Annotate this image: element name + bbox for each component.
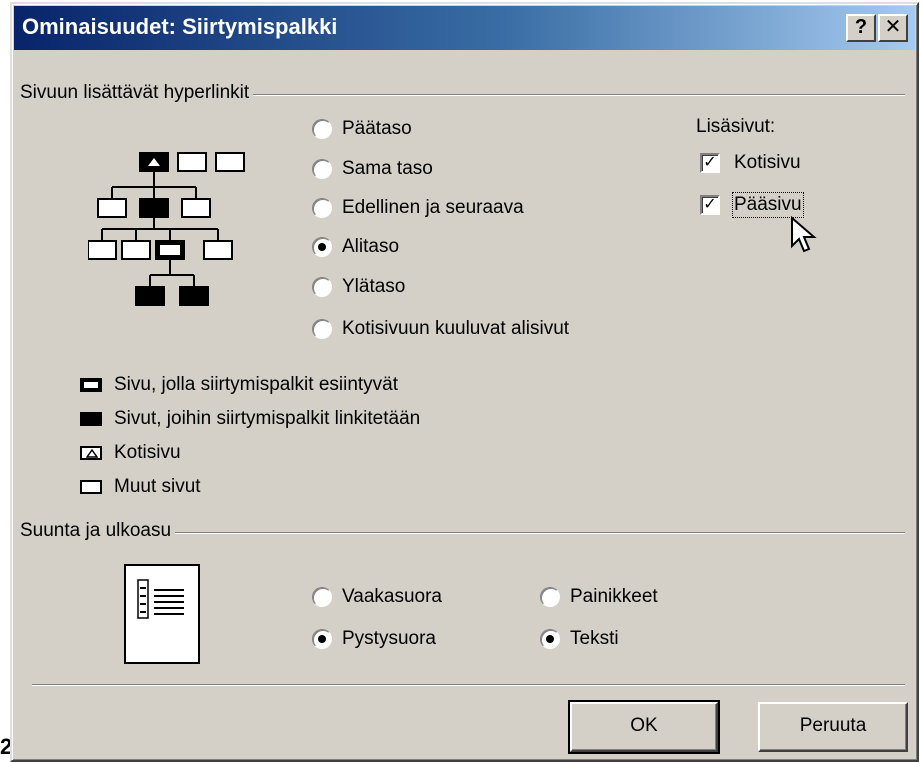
radio-label: Teksti — [570, 628, 619, 649]
radio-circle — [540, 587, 560, 607]
vertical-layout-preview — [124, 564, 200, 664]
site-hierarchy-diagram — [88, 152, 245, 306]
legend-other-pages: Muut sivut — [80, 476, 201, 498]
current-page-icon — [80, 378, 102, 392]
radio-parent-level[interactable]: Ylätaso — [312, 276, 405, 298]
radio-label: Vaakasuora — [342, 586, 442, 607]
window-title: Ominaisuudet: Siirtymispalkki — [22, 14, 338, 39]
radio-circle — [312, 198, 332, 218]
checkbox-label: Pääsivu — [732, 192, 804, 218]
legend-label: Muut sivut — [114, 476, 201, 497]
other-pages-icon — [80, 480, 102, 494]
radio-label: Päätaso — [342, 118, 412, 139]
ok-button[interactable]: OK — [568, 700, 720, 754]
radio-circle-selected — [540, 629, 560, 649]
links-group-label: Sivuun lisättävät hyperlinkit — [20, 82, 254, 104]
legend-current-page: Sivu, jolla siirtymispalkit esiintyvät — [80, 374, 398, 396]
radio-label: Alitaso — [342, 236, 400, 257]
legend-label: Sivut, joihin siirtymispalkit linkitetää… — [114, 408, 421, 429]
radio-previous-next[interactable]: Edellinen ja seuraava — [312, 197, 524, 219]
radio-child-level[interactable]: Alitaso — [312, 236, 399, 258]
radio-horizontal[interactable]: Vaakasuora — [312, 586, 442, 608]
check-mark-icon: ✓ — [700, 153, 720, 173]
radio-top-level[interactable]: Päätaso — [312, 118, 412, 140]
close-button[interactable]: ✕ — [878, 14, 908, 42]
radio-buttons[interactable]: Painikkeet — [540, 586, 658, 608]
title-bar[interactable]: Ominaisuudet: Siirtymispalkki ? ✕ — [14, 6, 915, 50]
radio-label: Sama taso — [342, 158, 433, 179]
radio-text[interactable]: Teksti — [540, 628, 619, 650]
buttons-divider — [32, 684, 905, 686]
cancel-button[interactable]: Peruuta — [758, 702, 908, 752]
radio-circle — [312, 587, 332, 607]
radio-circle-selected — [312, 629, 332, 649]
radio-label: Kotisivuun kuuluvat alisivut — [342, 318, 570, 339]
checkbox-label: Kotisivu — [734, 152, 801, 173]
linked-pages-icon — [80, 412, 102, 426]
radio-circle — [312, 319, 332, 339]
radio-circle-selected — [312, 237, 332, 257]
legend-home-page: Kotisivu — [80, 442, 181, 464]
properties-dialog: Ominaisuudet: Siirtymispalkki ? ✕ Sivuun… — [10, 2, 919, 762]
checkbox-parent-page[interactable]: ✓ Pääsivu — [700, 192, 804, 218]
help-button[interactable]: ? — [846, 14, 876, 42]
radio-label: Ylätaso — [342, 276, 406, 297]
legend-linked-pages: Sivut, joihin siirtymispalkit linkitetää… — [80, 408, 420, 430]
radio-same-level[interactable]: Sama taso — [312, 158, 433, 180]
radio-label: Pystysuora — [342, 628, 436, 649]
mouse-pointer-icon — [791, 216, 817, 253]
checkbox-home-page[interactable]: ✓ Kotisivu — [700, 152, 801, 174]
radio-label: Painikkeet — [570, 586, 658, 607]
radio-circle — [312, 159, 332, 179]
radio-circle — [312, 277, 332, 297]
extra-pages-label: Lisäsivut: — [696, 116, 776, 137]
radio-label: Edellinen ja seuraava — [342, 197, 524, 218]
check-mark-icon: ✓ — [700, 195, 720, 215]
radio-circle — [312, 119, 332, 139]
layout-group-label: Suunta ja ulkoasu — [20, 520, 176, 542]
legend-label: Kotisivu — [114, 442, 181, 463]
radio-vertical[interactable]: Pystysuora — [312, 628, 436, 650]
radio-home-children[interactable]: Kotisivuun kuuluvat alisivut — [312, 318, 569, 340]
home-page-icon — [80, 446, 102, 460]
legend-label: Sivu, jolla siirtymispalkit esiintyvät — [114, 374, 399, 395]
